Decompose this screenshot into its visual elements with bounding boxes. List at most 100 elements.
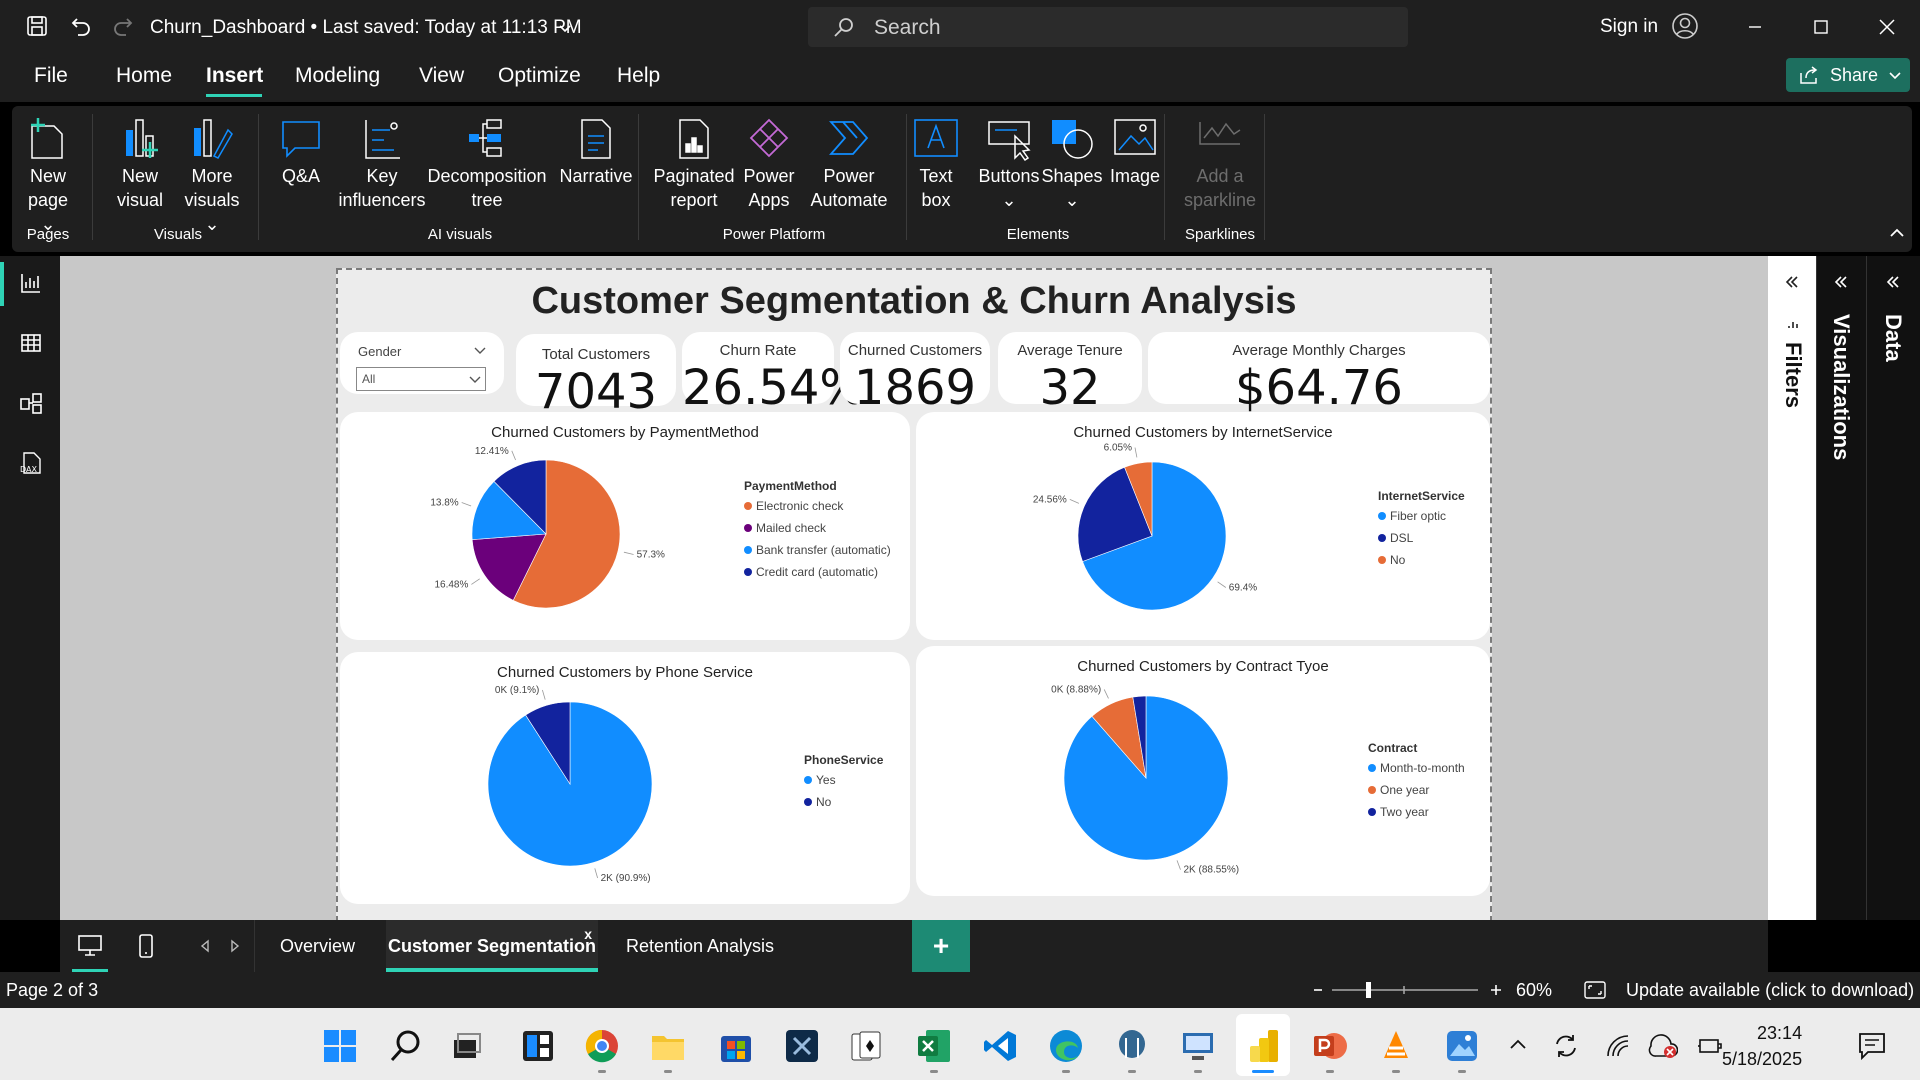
excel-icon[interactable] [916, 1028, 952, 1064]
previous-page-icon[interactable] [192, 920, 218, 972]
powerpoint-icon[interactable] [1312, 1028, 1348, 1064]
decomposition-tree-button[interactable]: Decomposition tree [422, 116, 552, 212]
vlc-icon[interactable] [1378, 1028, 1414, 1064]
chevron-down-icon[interactable] [474, 346, 486, 356]
wifi-icon[interactable] [1604, 1032, 1632, 1060]
legend-item[interactable]: Two year [1380, 805, 1429, 819]
zoom-slider[interactable] [1312, 980, 1512, 1000]
vscode-icon[interactable] [982, 1028, 1018, 1064]
snipping-tool-icon[interactable] [784, 1028, 820, 1064]
text-box-button[interactable]: Text box [908, 116, 964, 212]
menu-modeling[interactable]: Modeling [295, 64, 380, 88]
redo-icon[interactable] [108, 11, 138, 41]
kpi-card-churn-rate[interactable]: Churn Rate 26.54% [682, 332, 865, 416]
more-visuals-button[interactable]: More visuals ⌄ [180, 116, 244, 236]
legend-item[interactable]: Credit card (automatic) [756, 565, 878, 579]
add-page-button[interactable]: + [912, 920, 970, 972]
antivirus-icon[interactable] [1648, 1032, 1678, 1060]
notification-icon[interactable] [1856, 1030, 1888, 1062]
kpi-card-total-customers[interactable]: Total Customers 7043 [516, 334, 676, 420]
power-bi-icon[interactable] [1246, 1028, 1282, 1064]
widgets-icon[interactable] [520, 1028, 556, 1064]
kpi-card-churned-customers[interactable]: Churned Customers 1869 [840, 332, 990, 416]
visualizations-pane[interactable]: Visualizations [1816, 256, 1866, 920]
add-sparkline-button[interactable]: Add a sparkline [1172, 116, 1268, 212]
legend-item[interactable]: Yes [816, 773, 836, 787]
windows-start-icon[interactable] [322, 1028, 358, 1064]
update-available-link[interactable]: Update available (click to download) [1626, 980, 1914, 1001]
minimize-icon[interactable] [1740, 12, 1770, 42]
dax-query-view-icon[interactable]: DAX [16, 448, 46, 478]
model-view-icon[interactable] [16, 388, 46, 418]
zoom-level[interactable]: 60% [1516, 980, 1552, 1001]
microsoft-store-icon[interactable] [718, 1028, 754, 1064]
battery-icon[interactable] [1696, 1034, 1724, 1058]
gender-slicer[interactable]: Gender All [340, 332, 504, 394]
chart-card-internet-service[interactable]: Churned Customers by InternetService 69.… [916, 412, 1490, 640]
kpi-card-average-monthly-charges[interactable]: Average Monthly Charges $64.76 [1148, 332, 1490, 416]
chevron-up-icon[interactable] [1508, 1036, 1528, 1052]
solitaire-icon[interactable] [848, 1028, 884, 1064]
legend-item[interactable]: Mailed check [756, 521, 827, 535]
legend-item[interactable]: One year [1380, 783, 1429, 797]
document-title[interactable]: Churn_Dashboard • Last saved: Today at 1… [150, 17, 582, 39]
chart-card-phone-service[interactable]: Churned Customers by Phone Service 2K (9… [340, 652, 910, 904]
data-pane[interactable]: Data [1866, 256, 1920, 920]
tab-overview[interactable]: Overview [254, 920, 380, 972]
close-tab-icon[interactable]: x [584, 926, 592, 942]
chart-card-payment-method[interactable]: Churned Customers by PaymentMethod 57.3%… [340, 412, 910, 640]
undo-icon[interactable] [66, 11, 96, 41]
fit-to-page-icon[interactable] [1584, 981, 1606, 999]
close-icon[interactable] [1872, 12, 1902, 42]
share-button[interactable]: Share [1786, 58, 1910, 92]
image-button[interactable]: Image [1102, 116, 1168, 188]
report-view-icon[interactable] [16, 268, 46, 298]
account-icon[interactable] [1670, 11, 1700, 41]
postgresql-icon[interactable] [1114, 1028, 1150, 1064]
remote-desktop-icon[interactable] [1180, 1028, 1216, 1064]
task-view-icon[interactable] [450, 1030, 482, 1062]
sign-in-link[interactable]: Sign in [1600, 16, 1658, 38]
narrative-button[interactable]: Narrative [548, 116, 644, 188]
search-input[interactable]: Search [808, 7, 1408, 47]
chevrons-left-icon[interactable] [1833, 274, 1849, 290]
legend-item[interactable]: Electronic check [756, 499, 844, 513]
chrome-icon[interactable] [584, 1028, 620, 1064]
key-influencers-button[interactable]: Key influencers [332, 116, 432, 212]
system-clock[interactable]: 23:14 5/18/2025 [1722, 1020, 1802, 1072]
slicer-dropdown[interactable]: All [356, 367, 486, 391]
chevron-down-icon[interactable] [550, 13, 580, 43]
tab-customer-segmentation[interactable]: Customer Segmentation x [386, 920, 598, 972]
new-visual-button[interactable]: New visual [112, 116, 168, 212]
menu-view[interactable]: View [419, 64, 464, 88]
power-apps-button[interactable]: Power Apps [736, 116, 802, 212]
search-icon[interactable] [388, 1028, 424, 1064]
table-view-icon[interactable] [16, 328, 46, 358]
chart-card-contract-type[interactable]: Churned Customers by Contract Tyoe 2K (8… [916, 646, 1490, 896]
legend-item[interactable]: Fiber optic [1390, 509, 1446, 523]
legend-item[interactable]: Month-to-month [1380, 761, 1465, 775]
legend-item[interactable]: No [816, 795, 832, 809]
paginated-report-button[interactable]: Paginated report [652, 116, 736, 212]
maximize-icon[interactable] [1806, 12, 1836, 42]
save-icon[interactable] [22, 11, 52, 41]
collapse-ribbon-icon[interactable] [1888, 224, 1906, 247]
filters-pane[interactable]: Filters [1768, 256, 1816, 920]
power-automate-button[interactable]: Power Automate [802, 116, 896, 212]
file-explorer-icon[interactable] [650, 1028, 686, 1064]
mobile-layout-tab[interactable] [120, 920, 172, 972]
photos-icon[interactable] [1444, 1028, 1480, 1064]
desktop-layout-tab[interactable] [60, 920, 120, 972]
next-page-icon[interactable] [222, 920, 248, 972]
menu-insert[interactable]: Insert [206, 64, 263, 88]
kpi-card-average-tenure[interactable]: Average Tenure 32 [998, 332, 1142, 416]
sync-icon[interactable] [1552, 1032, 1580, 1060]
legend-item[interactable]: No [1390, 553, 1406, 567]
legend-item[interactable]: Bank transfer (automatic) [756, 543, 891, 557]
menu-optimize[interactable]: Optimize [498, 64, 581, 88]
legend-item[interactable]: DSL [1390, 531, 1414, 545]
menu-help[interactable]: Help [617, 64, 660, 88]
edge-icon[interactable] [1048, 1028, 1084, 1064]
new-page-button[interactable]: New page ⌄ [20, 116, 76, 236]
menu-file[interactable]: File [34, 64, 68, 88]
